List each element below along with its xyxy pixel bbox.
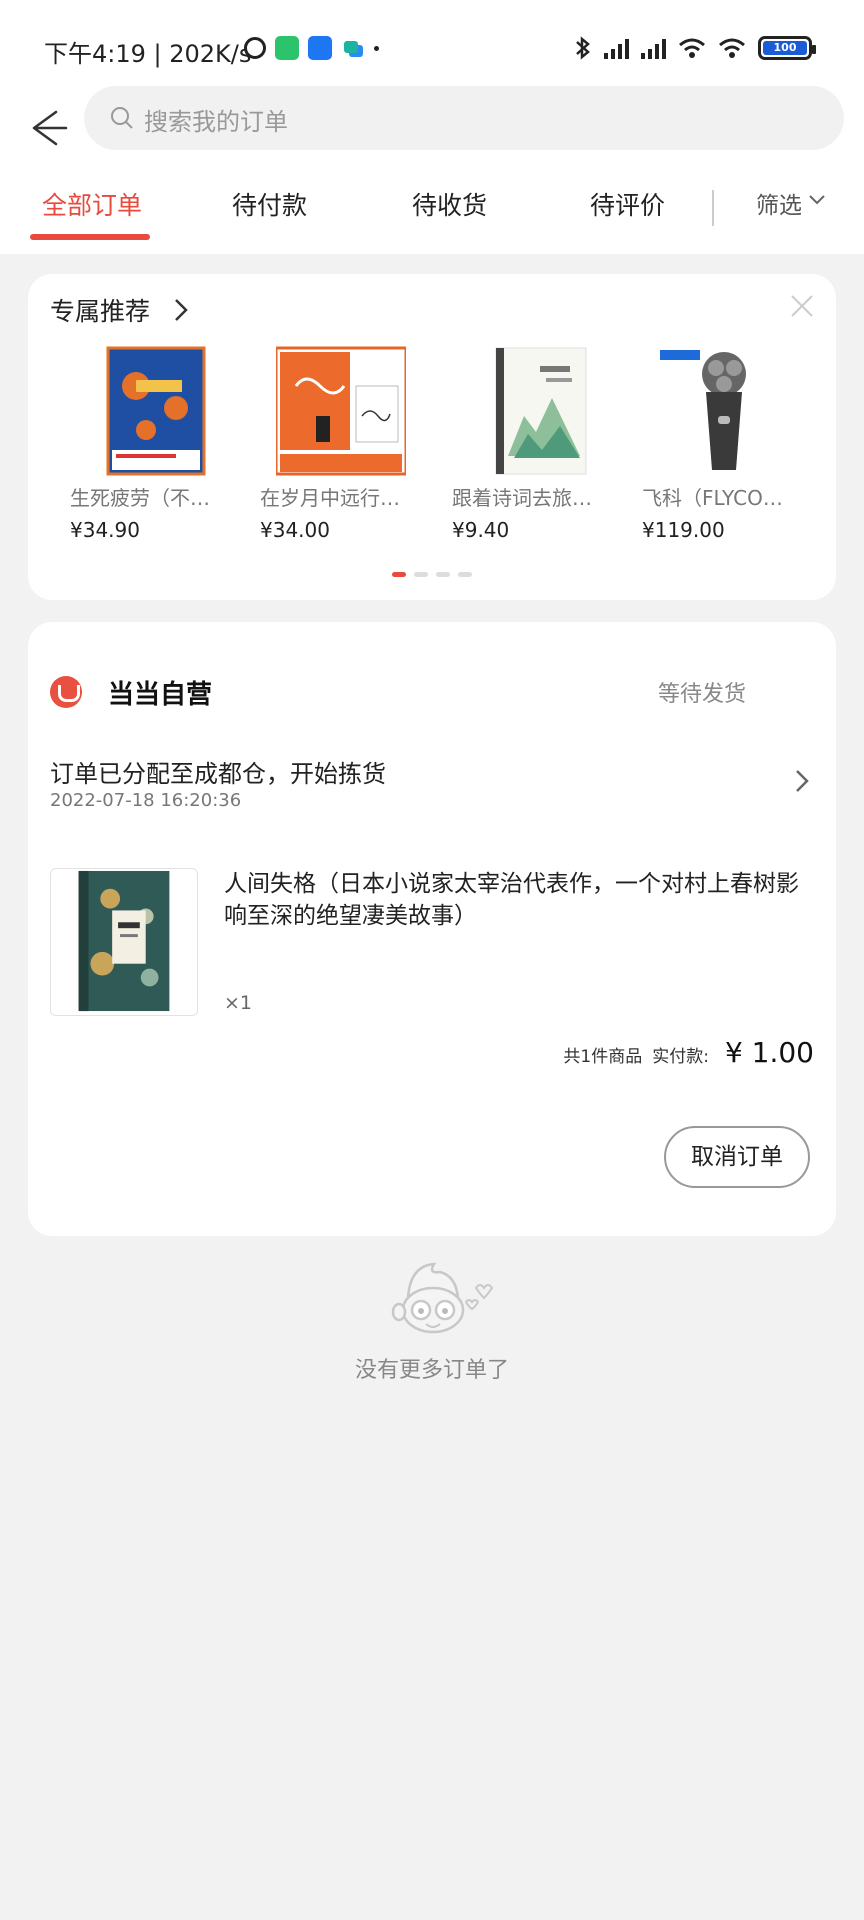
filter-button[interactable]: 筛选 <box>756 186 802 220</box>
signal-1-icon <box>604 37 629 59</box>
order-item-quantity: ×1 <box>224 992 253 1014</box>
search-icon <box>111 107 133 129</box>
mascot-illustration <box>391 1262 494 1334</box>
signal-2-icon <box>641 37 666 59</box>
paid-label: 实付款: <box>652 1047 709 1067</box>
book-cover-image <box>106 346 206 476</box>
logistics-row[interactable]: 订单已分配至成都仓，开始拣货 2022-07-18 16:20:36 <box>28 738 836 838</box>
shaver-product-image <box>660 350 746 470</box>
system-status-icons: 100 <box>574 36 816 60</box>
order-card: 当当自营 等待发货 订单已分配至成都仓，开始拣货 2022-07-18 16:2… <box>28 622 836 1236</box>
tab-all-orders[interactable]: 全部订单 <box>42 186 142 222</box>
book-cover-image[interactable] <box>50 868 198 1016</box>
recommend-card: 专属推荐 生死疲劳（不… ¥34.90 在岁月中远行… ¥34.00 跟着诗词去… <box>28 274 836 600</box>
notification-icons <box>244 36 379 60</box>
battery-level: 100 <box>763 41 807 55</box>
chat-app-icon <box>341 36 365 60</box>
carousel-dot <box>458 572 472 577</box>
order-item-title[interactable]: 人间失格（日本小说家太宰治代表作，一个对村上春树影响至深的绝望凄美故事） <box>224 868 814 932</box>
wifi-2-icon <box>719 38 745 58</box>
logistics-time: 2022-07-18 16:20:36 <box>50 790 242 811</box>
chevron-down-icon[interactable] <box>808 194 826 206</box>
paid-amount: ¥ 1.00 <box>724 1036 814 1069</box>
battery-icon: 100 <box>758 36 816 60</box>
shield-app-icon <box>275 36 299 60</box>
tab-divider <box>712 190 714 226</box>
tab-pending-review[interactable]: 待评价 <box>590 186 665 222</box>
tab-pending-receipt[interactable]: 待收货 <box>412 186 487 222</box>
item-count: 共1件商品 <box>563 1047 643 1067</box>
cancel-order-button[interactable]: 取消订单 <box>664 1126 810 1188</box>
product-price: ¥119.00 <box>642 518 725 542</box>
product-name: 生死疲劳（不… <box>70 486 210 510</box>
book-cover-image <box>495 347 587 475</box>
chevron-right-icon <box>796 770 809 792</box>
search-placeholder: 搜索我的订单 <box>144 108 288 136</box>
carousel-dot <box>414 572 428 577</box>
no-more-orders-text: 没有更多订单了 <box>354 1358 509 1383</box>
carousel-dot <box>392 572 406 577</box>
chevron-right-icon[interactable] <box>172 296 190 324</box>
product-price: ¥34.90 <box>70 518 140 542</box>
active-tab-indicator <box>30 234 150 240</box>
more-dot-icon <box>374 45 379 51</box>
book-cover-image <box>276 346 406 476</box>
wifi-icon <box>679 38 705 58</box>
tab-pending-payment[interactable]: 待付款 <box>232 186 307 222</box>
carousel-dot <box>436 572 450 577</box>
alipay-icon <box>308 36 332 60</box>
header: 搜索我的订单 <box>0 86 864 254</box>
back-arrow-icon[interactable] <box>20 102 72 154</box>
store-name[interactable]: 当当自营 <box>108 674 212 711</box>
close-icon[interactable] <box>790 294 814 318</box>
recommend-title[interactable]: 专属推荐 <box>50 292 150 328</box>
product-name: 跟着诗词去旅… <box>452 486 592 510</box>
order-totals: 共1件商品 实付款: ¥ 1.00 <box>563 1036 814 1069</box>
status-bar: 下午4:19 | 202K/s 100 <box>0 0 864 86</box>
product-price: ¥9.40 <box>452 518 510 542</box>
status-time-speed: 下午4:19 | 202K/s <box>44 40 252 68</box>
dangdang-logo <box>50 676 82 708</box>
search-input[interactable]: 搜索我的订单 <box>84 86 844 150</box>
carousel-indicator <box>392 572 472 577</box>
logistics-text: 订单已分配至成都仓，开始拣货 <box>50 760 386 788</box>
product-price: ¥34.00 <box>260 518 330 542</box>
order-status: 等待发货 <box>657 682 746 707</box>
alarm-icon <box>244 37 266 59</box>
bluetooth-icon <box>576 36 590 60</box>
product-name: 飞科（FLYCO… <box>642 486 783 510</box>
product-name: 在岁月中远行… <box>260 486 400 510</box>
